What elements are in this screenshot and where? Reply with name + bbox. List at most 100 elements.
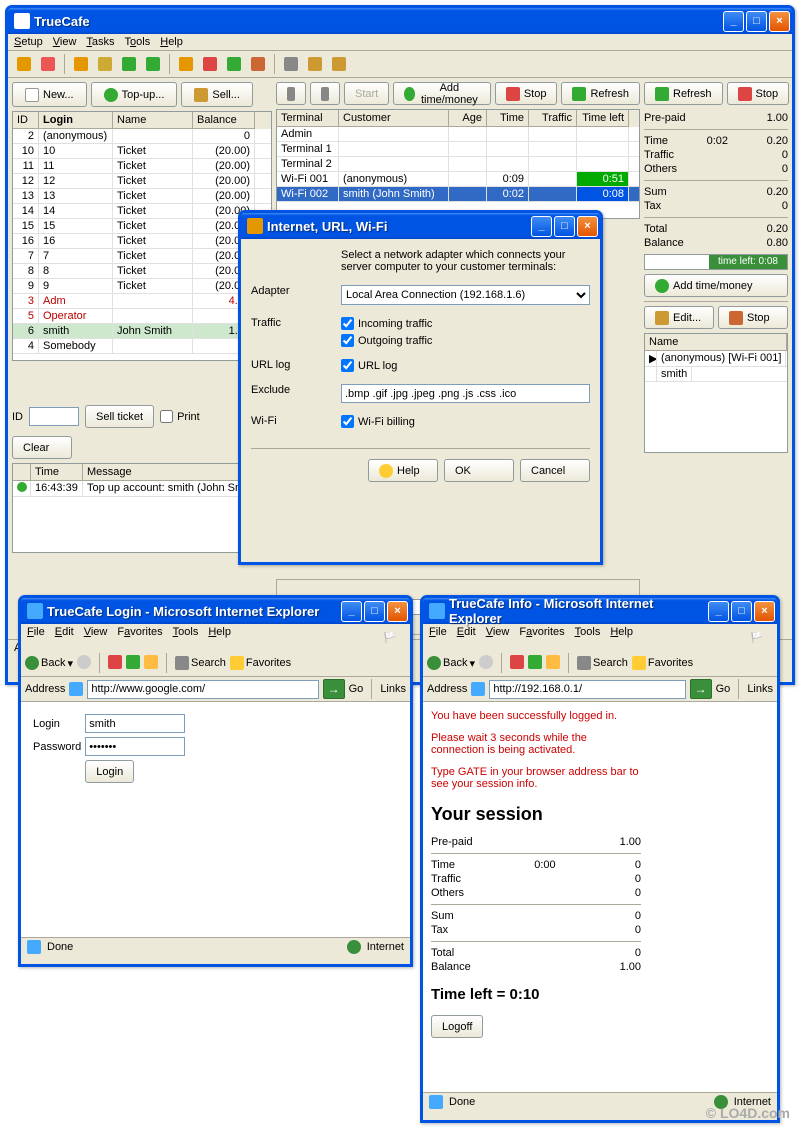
tb-icon-5[interactable]	[118, 53, 140, 75]
terminal-row[interactable]: Wi-Fi 002smith (John Smith)0:020:08	[277, 187, 639, 202]
ie1-menu-fav[interactable]: Favorites	[117, 626, 162, 648]
password-input[interactable]	[85, 737, 185, 756]
col-balance[interactable]: Balance	[193, 112, 255, 129]
accounts-grid[interactable]: ID Login Name Balance 2(anonymous)01010T…	[12, 111, 272, 361]
edit-button[interactable]: Edit...	[644, 306, 714, 329]
menu-help[interactable]: Help	[160, 36, 183, 48]
ie1-go-button[interactable]: →	[323, 679, 345, 699]
adapter-select[interactable]: Local Area Connection (192.168.1.6)	[341, 285, 590, 305]
ie2-go-button[interactable]: →	[690, 679, 712, 699]
tb-icon-1[interactable]	[13, 53, 35, 75]
wifi-checkbox[interactable]: Wi-Fi billing	[341, 415, 415, 428]
main-titlebar[interactable]: TrueCafe _ □ ×	[8, 8, 792, 34]
stop-icon[interactable]	[108, 655, 122, 672]
sell-ticket-button[interactable]: Sell ticket	[85, 405, 154, 428]
stop-button[interactable]: Stop	[495, 82, 558, 105]
tb-icon-4[interactable]	[94, 53, 116, 75]
ie1-close-button[interactable]: ×	[387, 601, 408, 622]
session-list[interactable]: Name ▶(anonymous) [Wi-Fi 001] smith	[644, 333, 788, 453]
outgoing-checkbox[interactable]: Outgoing traffic	[341, 334, 432, 347]
refresh-icon[interactable]	[528, 655, 542, 672]
ie1-min-button[interactable]: _	[341, 601, 362, 622]
account-row[interactable]: 1010Ticket(20.00)	[13, 144, 271, 159]
search-button[interactable]: Search	[577, 656, 628, 670]
ie1-menu-view[interactable]: View	[84, 626, 108, 648]
ie2-menu-file[interactable]: File	[429, 626, 447, 648]
dialog-titlebar[interactable]: Internet, URL, Wi-Fi _ □ ×	[241, 213, 600, 239]
new-button[interactable]: New...	[12, 82, 87, 107]
account-row[interactable]: 1616Ticket(20.00)	[13, 234, 271, 249]
menu-tools[interactable]: Tools	[125, 36, 151, 48]
ie2-menu-fav[interactable]: Favorites	[519, 626, 564, 648]
account-row[interactable]: 1515Ticket(20.00)	[13, 219, 271, 234]
urllog-checkbox[interactable]: URL log	[341, 359, 397, 372]
maximize-button[interactable]: □	[746, 11, 767, 32]
menu-setup[interactable]: Setup	[14, 36, 43, 48]
side-stop2-button[interactable]: Stop	[718, 306, 788, 329]
tb-icon-10[interactable]	[247, 53, 269, 75]
home-icon[interactable]	[546, 655, 560, 672]
refresh-button[interactable]: Refresh	[561, 82, 640, 105]
help-button[interactable]: Help	[368, 459, 438, 482]
addtime-button[interactable]: Add time/money	[393, 82, 491, 105]
account-row[interactable]: 77Ticket(20.00)	[13, 249, 271, 264]
account-row[interactable]: 1212Ticket(20.00)	[13, 174, 271, 189]
ie2-menu-tools[interactable]: Tools	[575, 626, 601, 648]
account-row[interactable]: 99Ticket(20.00)	[13, 279, 271, 294]
stop-icon[interactable]	[510, 655, 524, 672]
dialog-max-button[interactable]: □	[554, 216, 575, 237]
ie1-menu-help[interactable]: Help	[208, 626, 231, 648]
side-addtime-button[interactable]: Add time/money	[644, 274, 788, 297]
tb-icon-11[interactable]	[280, 53, 302, 75]
side-refresh-button[interactable]: Refresh	[644, 82, 723, 105]
sell-button[interactable]: Sell...	[181, 82, 253, 107]
ie1-address-input[interactable]	[87, 680, 318, 699]
tb-icon-9[interactable]	[223, 53, 245, 75]
favorites-button[interactable]: Favorites	[632, 656, 693, 670]
ie2-max-button[interactable]: □	[731, 601, 752, 622]
search-button[interactable]: Search	[175, 656, 226, 670]
exclude-input[interactable]	[341, 384, 590, 403]
id-input[interactable]	[29, 407, 79, 426]
refresh-icon[interactable]	[126, 655, 140, 672]
back-button[interactable]: Back ▾	[427, 656, 475, 670]
account-row[interactable]: 2(anonymous)0	[13, 129, 271, 144]
account-row[interactable]: 4Somebody0	[13, 339, 271, 354]
tb-icon-12[interactable]	[304, 53, 326, 75]
forward-button[interactable]	[479, 655, 493, 672]
tb-icon-13[interactable]	[328, 53, 350, 75]
ie2-address-input[interactable]	[489, 680, 685, 699]
incoming-checkbox[interactable]: Incoming traffic	[341, 317, 432, 330]
favorites-button[interactable]: Favorites	[230, 656, 291, 670]
dialog-close-button[interactable]: ×	[577, 216, 598, 237]
account-row[interactable]: 6smithJohn Smith1.00	[13, 324, 271, 339]
clear-button[interactable]: Clear	[12, 436, 72, 459]
account-row[interactable]: 88Ticket(20.00)	[13, 264, 271, 279]
topup-button[interactable]: Top-up...	[91, 82, 178, 107]
col-id[interactable]: ID	[13, 112, 39, 129]
log-row[interactable]: 16:43:39 Top up account: smith (John Smi…	[13, 481, 269, 497]
tb-icon-8[interactable]	[199, 53, 221, 75]
tb-icon-7[interactable]	[175, 53, 197, 75]
menu-tasks[interactable]: Tasks	[86, 36, 114, 48]
logoff-button[interactable]: Logoff	[431, 1015, 483, 1038]
ie1-titlebar[interactable]: TrueCafe Login - Microsoft Internet Expl…	[21, 598, 410, 624]
tb-icon-2[interactable]	[37, 53, 59, 75]
forward-button[interactable]	[77, 655, 91, 672]
side-stop-button[interactable]: Stop	[727, 82, 790, 105]
ie1-menu-tools[interactable]: Tools	[173, 626, 199, 648]
terminal-row[interactable]: Terminal 2	[277, 157, 639, 172]
ie2-titlebar[interactable]: TrueCafe Info - Microsoft Internet Explo…	[423, 598, 777, 624]
ie1-menu-file[interactable]: File	[27, 626, 45, 648]
terminal-row[interactable]: Terminal 1	[277, 142, 639, 157]
ie2-min-button[interactable]: _	[708, 601, 729, 622]
terminals-grid[interactable]: Terminal Customer Age Time Traffic Time …	[276, 109, 640, 219]
cancel-button[interactable]: Cancel	[520, 459, 590, 482]
ie2-menu-view[interactable]: View	[486, 626, 510, 648]
center-icon-btn-2[interactable]	[310, 82, 340, 105]
col-name[interactable]: Name	[113, 112, 193, 129]
menu-view[interactable]: View	[53, 36, 77, 48]
ie1-menu-edit[interactable]: Edit	[55, 626, 74, 648]
start-button[interactable]: Start	[344, 82, 389, 105]
login-button[interactable]: Login	[85, 760, 134, 783]
